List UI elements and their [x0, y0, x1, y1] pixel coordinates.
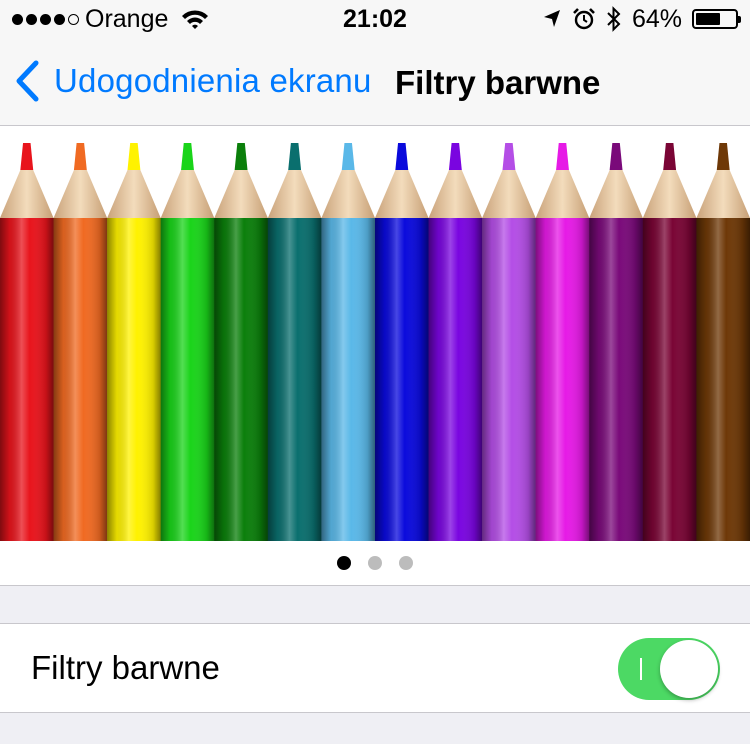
pencil — [535, 143, 590, 541]
page-dot[interactable] — [337, 556, 351, 570]
navigation-bar: Udogodnienia ekranu Filtry barwne — [0, 40, 750, 126]
back-button[interactable]: Udogodnienia ekranu — [14, 58, 372, 104]
status-bar: Orange 21:02 64% — [0, 0, 750, 40]
pencil — [321, 143, 376, 541]
toggle-knob[interactable] — [660, 640, 718, 698]
pencil — [0, 143, 55, 541]
battery-percentage: 64% — [631, 5, 682, 33]
pencil — [214, 143, 269, 541]
chevron-left-icon — [16, 60, 39, 102]
pencil — [696, 143, 750, 541]
alarm-icon — [573, 8, 595, 30]
color-filters-toggle[interactable] — [618, 638, 720, 700]
page-dot[interactable] — [399, 556, 413, 570]
status-right: 64% — [542, 5, 741, 33]
pencil — [53, 143, 108, 541]
bluetooth-icon — [607, 6, 621, 32]
page-title: Filtry barwne — [395, 64, 601, 101]
color-filters-label: Filtry barwne — [31, 649, 220, 686]
pencil — [107, 143, 162, 541]
toggle-on-indicator — [640, 658, 642, 680]
pencil — [160, 143, 215, 541]
battery-icon — [692, 9, 741, 29]
back-button-label: Udogodnienia ekranu — [54, 62, 372, 99]
pencil — [482, 143, 537, 541]
pencil — [375, 143, 430, 541]
pencil — [267, 143, 322, 541]
color-filter-preview[interactable] — [0, 126, 750, 541]
pencil — [642, 143, 697, 541]
pencil — [428, 143, 483, 541]
color-filters-row: Filtry barwne — [0, 623, 750, 713]
pencil — [589, 143, 644, 541]
page-dot[interactable] — [368, 556, 382, 570]
page-control[interactable] — [0, 541, 750, 586]
battery-level — [696, 13, 721, 25]
location-arrow-icon — [543, 10, 560, 27]
colored-pencils-image — [0, 143, 750, 541]
